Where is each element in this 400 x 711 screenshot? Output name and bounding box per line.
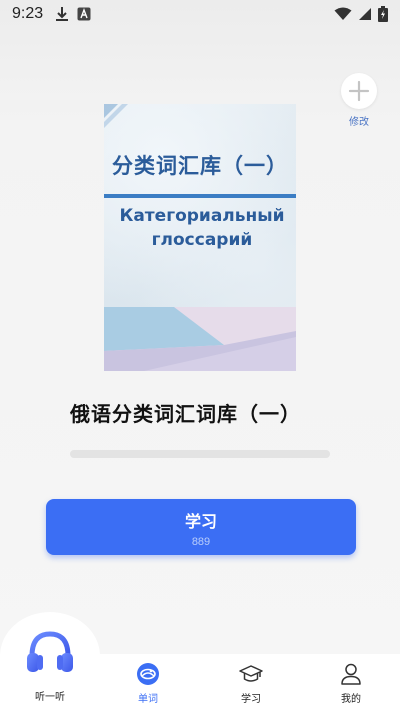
download-icon: [56, 7, 69, 21]
cover-title-chinese: 分类词汇库（一）: [112, 154, 288, 178]
book-globe-icon: [137, 663, 159, 685]
cover-title-russian: Категориальный глоссарий: [119, 206, 285, 250]
tab-words-label: 单词: [138, 694, 158, 705]
graduation-cap-icon: [239, 665, 263, 682]
status-time: 9:23: [12, 5, 44, 22]
person-icon: [341, 663, 361, 685]
status-bar: 9:23: [0, 0, 400, 28]
tab-profile-label: 我的: [341, 694, 361, 705]
headphones-icon[interactable]: [24, 626, 76, 678]
tab-listen-label[interactable]: 听一听: [20, 688, 80, 703]
app-notification-icon: [77, 7, 91, 21]
edit-label[interactable]: 修改: [340, 113, 378, 128]
book-cover[interactable]: 分类词汇库（一） Категориальный глоссарий: [104, 104, 296, 371]
tab-profile[interactable]: 我的: [311, 654, 391, 711]
wifi-icon: [334, 7, 352, 20]
study-progress-bar: [70, 450, 330, 458]
plus-icon: [348, 80, 370, 102]
battery-charging-icon: [378, 6, 388, 22]
word-count: 889: [191, 536, 211, 548]
tab-study-label: 学习: [241, 694, 261, 705]
study-button[interactable]: 学习 889: [46, 499, 356, 555]
edit-button[interactable]: [341, 73, 377, 109]
study-button-label: 学习: [184, 512, 217, 531]
book-title: 俄语分类词汇词库（一）: [70, 402, 301, 426]
cover-decoration-shapes: [104, 307, 296, 371]
cover-divider: [104, 194, 296, 198]
tab-study[interactable]: 学习: [211, 654, 291, 711]
cover-corner-stripes: [104, 104, 128, 128]
tab-words[interactable]: 单词: [108, 654, 188, 711]
cellular-signal-icon: [359, 8, 371, 20]
